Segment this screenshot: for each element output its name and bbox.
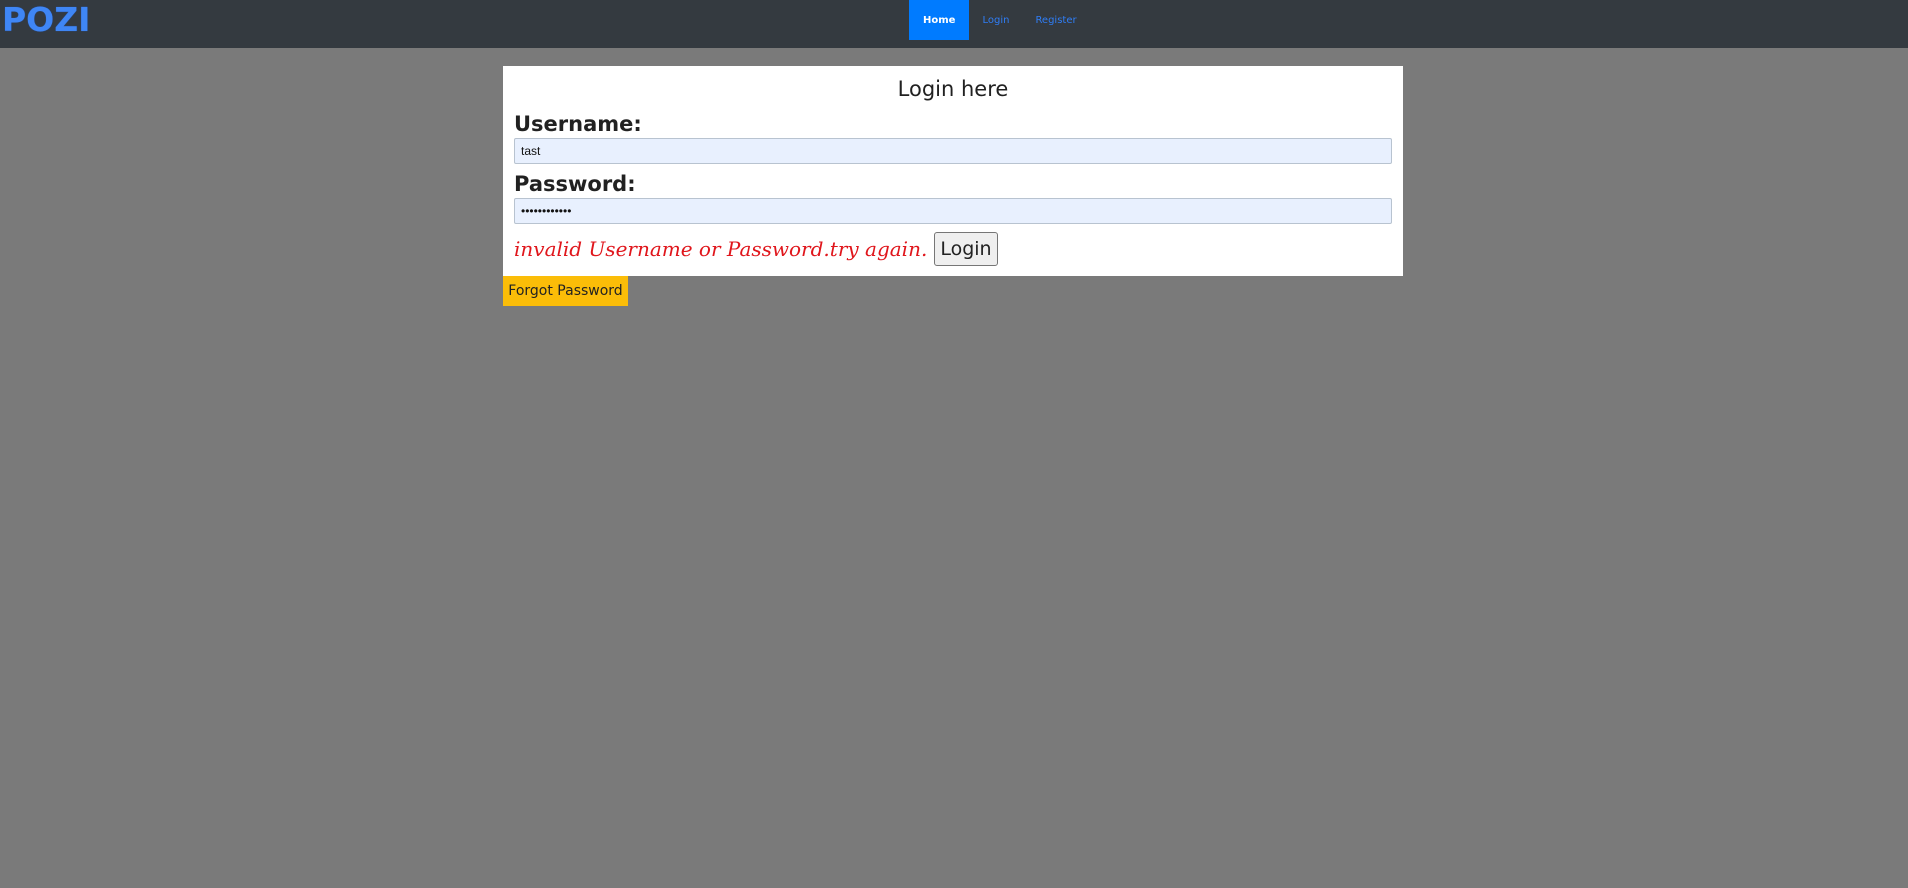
login-button[interactable]: Login	[934, 232, 998, 266]
nav-item-login[interactable]: Login	[969, 0, 1022, 40]
password-input[interactable]	[514, 198, 1392, 224]
nav-item-home[interactable]: Home	[909, 0, 970, 40]
error-message: invalid Username or Password.try again.	[514, 237, 928, 261]
login-title: Login here	[897, 77, 1009, 101]
password-label: Password:	[514, 172, 636, 196]
login-card: Login here Username: Password: invalid U…	[503, 66, 1403, 276]
nav-item-register[interactable]: Register	[1022, 0, 1089, 40]
username-input[interactable]	[514, 138, 1392, 164]
username-label: Username:	[514, 112, 642, 136]
nav-menu: Home Login Register	[909, 0, 1090, 40]
navbar: POZI Home Login Register	[0, 0, 1908, 48]
logo[interactable]: POZI	[2, 2, 90, 38]
error-row: invalid Username or Password.try again. …	[514, 230, 1392, 268]
forgot-password-button[interactable]: Forgot Password	[503, 276, 628, 306]
